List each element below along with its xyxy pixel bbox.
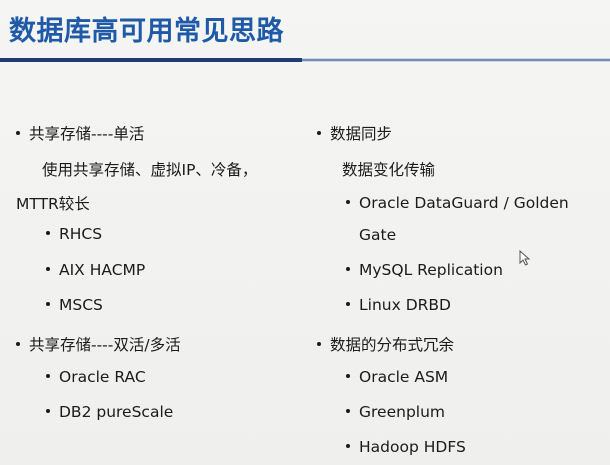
title-underline-thin — [302, 59, 610, 61]
bullet-dot — [16, 341, 20, 346]
bullet-dot — [346, 199, 350, 204]
sub-item-linux-drbd: Linux DRBD — [346, 296, 451, 314]
bullet-dot — [46, 230, 50, 235]
sub-item-label: Oracle ASM — [359, 368, 449, 386]
bullet-label: 共享存储----双活/多活 — [29, 336, 181, 354]
bullet-dot — [46, 373, 50, 378]
sub-item-mysql-replication: MySQL Replication — [346, 261, 503, 279]
bullet-item-shared-storage-single: 共享存储----单活 — [16, 122, 144, 144]
bullet-item-shared-storage-multi: 共享存储----双活/多活 — [16, 333, 181, 355]
sub-item-greenplum: Greenplum — [346, 403, 445, 421]
sub-item-label: RHCS — [59, 225, 103, 243]
bullet-dot — [317, 130, 321, 135]
sub-item-label: Oracle RAC — [59, 368, 146, 386]
title-underline-accent — [0, 58, 302, 62]
bullet-dot — [346, 301, 350, 306]
sub-item-label: DB2 pureScale — [59, 403, 174, 421]
bullet-dot — [346, 443, 350, 448]
bullet-dot — [346, 408, 350, 413]
bullet-dot — [346, 373, 350, 378]
bullet-dot — [46, 301, 50, 306]
sub-item-label: Hadoop HDFS — [359, 438, 466, 456]
bullet-dot — [46, 408, 50, 413]
bullet-dot — [317, 341, 321, 346]
bullet-label: 共享存储----单活 — [29, 125, 145, 143]
title-underline — [0, 58, 610, 62]
bullet-description: 数据变化传输 — [342, 161, 436, 179]
bullet-label: 数据同步 — [330, 125, 393, 143]
sub-item-hadoop-hdfs: Hadoop HDFS — [346, 438, 466, 456]
bullet-item-distributed-redundancy: 数据的分布式冗余 — [317, 333, 454, 355]
sub-item-mscs: MSCS — [46, 296, 103, 314]
sub-item-label: AIX HACMP — [59, 261, 146, 279]
sub-item-db2-purescale: DB2 pureScale — [46, 403, 173, 421]
slide: 数据库高可用常见思路 共享存储----单活 使用共享存储、虚拟IP、冷备， MT… — [0, 0, 610, 465]
sub-item-rhcs: RHCS — [46, 225, 102, 243]
sub-item-oracle-asm: Oracle ASM — [346, 368, 448, 386]
sub-item-aix-hacmp: AIX HACMP — [46, 261, 145, 279]
sub-item-label: MySQL Replication — [359, 261, 503, 279]
sub-item-label: Linux DRBD — [359, 296, 451, 314]
sub-item-label: Oracle DataGuard / Golden — [359, 194, 569, 212]
sub-item-continued: Gate — [359, 226, 397, 244]
sub-item-oracle-rac: Oracle RAC — [46, 368, 146, 386]
bullet-dot — [46, 266, 50, 271]
mouse-pointer-icon — [519, 249, 533, 266]
bullet-label: 数据的分布式冗余 — [330, 336, 455, 354]
bullet-dot — [16, 130, 20, 135]
bullet-item-data-sync: 数据同步 — [317, 122, 392, 144]
bullet-dot — [346, 266, 350, 271]
bullet-description-continued: MTTR较长 — [16, 195, 90, 213]
bullet-description: 使用共享存储、虚拟IP、冷备， — [42, 161, 258, 179]
sub-item-label: MSCS — [59, 296, 103, 314]
sub-item-label: Greenplum — [359, 403, 446, 421]
slide-title: 数据库高可用常见思路 — [9, 16, 284, 47]
sub-item-oracle-dataguard: Oracle DataGuard / Golden — [346, 194, 569, 212]
